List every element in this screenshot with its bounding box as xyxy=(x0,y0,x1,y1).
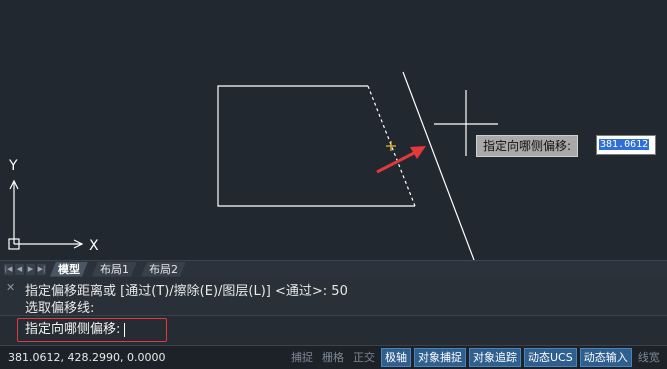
snap-marker-icon xyxy=(386,141,396,151)
grid-toggle[interactable]: 栅格 xyxy=(319,349,347,366)
drawing-shape[interactable] xyxy=(217,85,415,207)
prev-tab-icon[interactable]: ◀ xyxy=(15,263,24,275)
coordinate-readout: 381.0612, 428.2990, 0.0000 xyxy=(8,351,166,364)
command-input-row: 指定向哪侧偏移: xyxy=(0,315,667,346)
dynamic-input-prompt: 指定向哪侧偏移: xyxy=(476,135,579,157)
ucs-x-label: X xyxy=(89,238,99,254)
object-track-toggle[interactable]: 对象追踪 xyxy=(469,348,521,367)
object-snap-toggle[interactable]: 对象捕捉 xyxy=(414,348,466,367)
ucs-y-label: Y xyxy=(8,158,18,174)
close-icon[interactable]: ✕ xyxy=(6,281,15,294)
ucs-icon xyxy=(8,179,84,250)
lineweight-toggle[interactable]: 线宽 xyxy=(635,349,663,366)
snap-toggle[interactable]: 捕捉 xyxy=(288,349,316,366)
command-history-line: 选取偏移线: xyxy=(25,301,95,316)
dynamic-input-value: 381.0612 xyxy=(599,139,650,150)
drawing-canvas[interactable]: Y X xyxy=(0,0,667,260)
tab-model[interactable]: 模型 xyxy=(50,262,88,277)
red-arrow-icon xyxy=(376,146,426,174)
command-input[interactable]: 指定向哪侧偏移: xyxy=(17,318,167,342)
text-caret xyxy=(124,322,126,337)
ortho-toggle[interactable]: 正交 xyxy=(350,349,378,366)
layout-tab-bar: |◀ ◀ ▶ ▶| 模型 布局1 布局2 xyxy=(0,260,667,277)
first-tab-icon[interactable]: |◀ xyxy=(4,263,13,275)
dynamic-input-field[interactable]: 381.0612 xyxy=(596,135,656,155)
polar-toggle[interactable]: 极轴 xyxy=(381,348,411,367)
dynamic-ucs-toggle[interactable]: 动态UCS xyxy=(524,348,577,367)
offset-preview-line[interactable] xyxy=(402,71,475,260)
dynamic-input-toggle[interactable]: 动态输入 xyxy=(579,348,632,367)
status-bar: 381.0612, 428.2990, 0.0000 捕捉 栅格 正交 极轴 对… xyxy=(0,345,667,369)
last-tab-icon[interactable]: ▶| xyxy=(37,263,46,275)
command-history: ✕ 指定偏移距离或 [通过(T)/擦除(E)/图层(L)] <通过>: 50 选… xyxy=(0,277,667,316)
next-tab-icon[interactable]: ▶ xyxy=(26,263,35,275)
command-input-prompt: 指定向哪侧偏移: xyxy=(25,322,121,337)
tab-layout2[interactable]: 布局2 xyxy=(141,262,186,277)
tab-layout1[interactable]: 布局1 xyxy=(92,262,137,277)
